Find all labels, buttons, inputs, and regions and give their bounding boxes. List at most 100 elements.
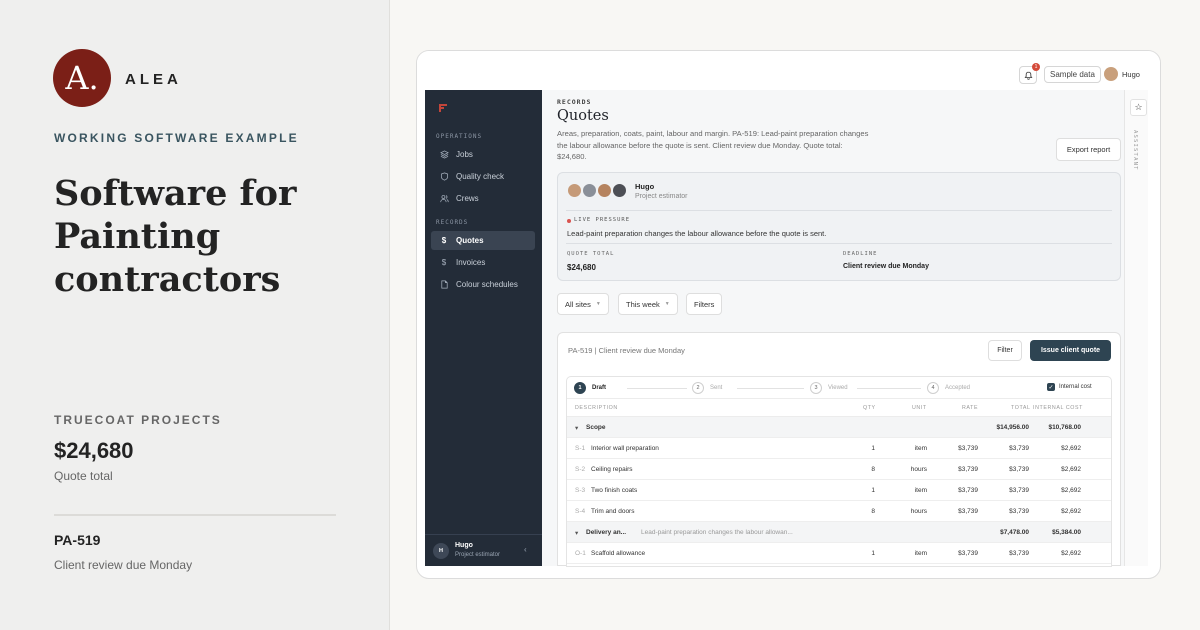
quote-total-value: $24,680 <box>54 438 134 463</box>
sidebar-item-quotes[interactable]: $ Quotes <box>431 231 535 250</box>
headline: Software for Painting contractors <box>54 173 297 300</box>
reference-subtitle: Client review due Monday <box>54 558 193 572</box>
avatar <box>612 183 627 198</box>
column-header: DESCRIPTION <box>575 405 618 411</box>
sidebar-item-colour-schedules[interactable]: Colour schedules <box>431 275 535 294</box>
internal-cost-checkbox[interactable]: ✓ <box>1047 383 1055 391</box>
assistant-label[interactable]: ASSISTANT <box>1132 130 1138 171</box>
row-total: $3,739 <box>1009 487 1029 494</box>
row-description: Ceiling repairs <box>591 466 633 473</box>
row-code: S-3 <box>575 487 586 494</box>
step-accepted[interactable]: 4 Accepted <box>927 382 970 394</box>
sidebar-item-invoices[interactable]: $ Invoices <box>431 253 535 272</box>
step-number: 3 <box>810 382 822 394</box>
row-code: S-1 <box>575 445 586 452</box>
company-name: TRUECOAT PROJECTS <box>54 413 222 427</box>
step-label: Sent <box>710 385 723 391</box>
row-code: S-4 <box>575 508 586 515</box>
app-logo-icon <box>439 104 447 112</box>
sidebar-item-label: Colour schedules <box>456 280 518 289</box>
sidebar-item-label: Quality check <box>456 172 505 181</box>
table-row[interactable]: S-4 Trim and doors 8 hours $3,739 $3,739… <box>567 501 1111 522</box>
group-row-delivery[interactable]: ▾ Delivery an... Lead-paint preparation … <box>567 522 1111 543</box>
top-bar: 1 Sample data Hugo <box>417 51 1160 90</box>
page-description: Areas, preparation, coats, paint, labour… <box>557 129 869 162</box>
row-unit: item <box>914 487 927 494</box>
period-dropdown-label: This week <box>626 299 660 309</box>
dollar-icon: $ <box>441 258 447 267</box>
document-icon <box>439 280 449 290</box>
group-row-scope[interactable]: ▾ Scope $14,956.00 $10,768.00 <box>567 417 1111 438</box>
hero-panel: A. ALEA WORKING SOFTWARE EXAMPLE Softwar… <box>0 0 390 630</box>
group-internal-cost: $5,384.00 <box>1052 529 1081 536</box>
user-avatar[interactable] <box>1104 67 1118 81</box>
live-indicator-icon <box>567 219 571 223</box>
row-total: $3,739 <box>1009 508 1029 515</box>
main-content: RECORDS Quotes Areas, preparation, coats… <box>542 90 1124 567</box>
row-total: $3,739 <box>1009 445 1029 452</box>
expand-icon[interactable]: ▾ <box>575 529 578 537</box>
live-pressure-label: LIVE PRESSURE <box>574 217 631 223</box>
column-header: QTY <box>863 405 876 411</box>
star-icon[interactable]: ☆ <box>1130 99 1147 116</box>
breadcrumb: RECORDS <box>557 98 592 106</box>
sidebar-item-label: Invoices <box>456 258 486 267</box>
quote-panel: PA-519 | Client review due Monday Filter… <box>557 332 1121 567</box>
row-unit: hours <box>910 466 927 473</box>
period-dropdown[interactable]: This week ▼ <box>618 293 678 315</box>
issue-client-quote-button[interactable]: Issue client quote <box>1030 340 1111 361</box>
sample-data-button[interactable]: Sample data <box>1044 66 1101 83</box>
table-row[interactable]: S-2 Ceiling repairs 8 hours $3,739 $3,73… <box>567 459 1111 480</box>
table-row[interactable]: S-1 Interior wall preparation 1 item $3,… <box>567 438 1111 459</box>
row-unit: item <box>914 445 927 452</box>
deadline-value: Client review due Monday <box>843 263 929 270</box>
row-internal-cost: $2,692 <box>1061 550 1081 557</box>
avatar <box>597 183 612 198</box>
row-rate: $3,739 <box>958 508 978 515</box>
dollar-icon: $ <box>441 236 447 245</box>
filters-button[interactable]: Filters <box>686 293 723 315</box>
brand-logo: A. <box>53 49 111 107</box>
group-total: $14,956.00 <box>996 424 1029 431</box>
step-draft[interactable]: 1 Draft <box>574 382 606 394</box>
quote-total-value: $24,680 <box>567 263 596 272</box>
row-unit: hours <box>910 508 927 515</box>
quote-total-label: Quote total <box>54 469 113 483</box>
sidebar-item-quality-check[interactable]: Quality check <box>431 167 535 186</box>
owner-role: Project estimator <box>635 193 688 200</box>
chevron-down-icon: ▼ <box>595 301 601 307</box>
sidebar-item-jobs[interactable]: Jobs <box>431 145 535 164</box>
group-name: Delivery an... <box>586 529 627 536</box>
user-name[interactable]: Hugo <box>1122 70 1140 79</box>
divider <box>54 514 336 516</box>
row-qty: 8 <box>871 466 875 473</box>
step-sent[interactable]: 2 Sent <box>692 382 722 394</box>
sidebar-item-crews[interactable]: Crews <box>431 189 535 208</box>
expand-icon[interactable]: ▾ <box>575 424 578 432</box>
table-row[interactable]: O-1 Scaffold allowance 1 item $3,739 $3,… <box>567 543 1111 564</box>
collapse-icon[interactable]: ‹ <box>524 545 527 554</box>
group-note: Lead-paint preparation changes the labou… <box>641 529 793 536</box>
row-qty: 1 <box>871 487 875 494</box>
row-rate: $3,739 <box>958 466 978 473</box>
bell-icon <box>1024 71 1032 80</box>
export-report-button[interactable]: Export report <box>1056 138 1121 161</box>
step-number: 4 <box>927 382 939 394</box>
quote-total-label: QUOTE TOTAL <box>567 251 615 257</box>
group-internal-cost: $10,768.00 <box>1048 424 1081 431</box>
column-header: RATE <box>962 405 979 411</box>
step-label: Draft <box>592 385 607 391</box>
page-title: Quotes <box>557 108 609 124</box>
sidebar-user[interactable]: H Hugo Project estimator ‹ <box>425 534 542 566</box>
sites-dropdown[interactable]: All sites ▼ <box>557 293 609 315</box>
section-label-records: RECORDS <box>436 219 469 226</box>
app-window: 1 Sample data Hugo OPERATIONS Jobs Quali… <box>416 50 1161 579</box>
filter-button[interactable]: Filter <box>988 340 1022 361</box>
owner-name: Hugo <box>635 182 655 191</box>
column-header: UNIT <box>912 405 927 411</box>
table-row[interactable]: S-3 Two finish coats 1 item $3,739 $3,73… <box>567 480 1111 501</box>
sidebar-item-label: Crews <box>456 194 479 203</box>
step-label: Viewed <box>828 385 848 391</box>
summary-card: Hugo Project estimator LIVE PRESSURE Lea… <box>557 172 1121 281</box>
step-viewed[interactable]: 3 Viewed <box>810 382 848 394</box>
